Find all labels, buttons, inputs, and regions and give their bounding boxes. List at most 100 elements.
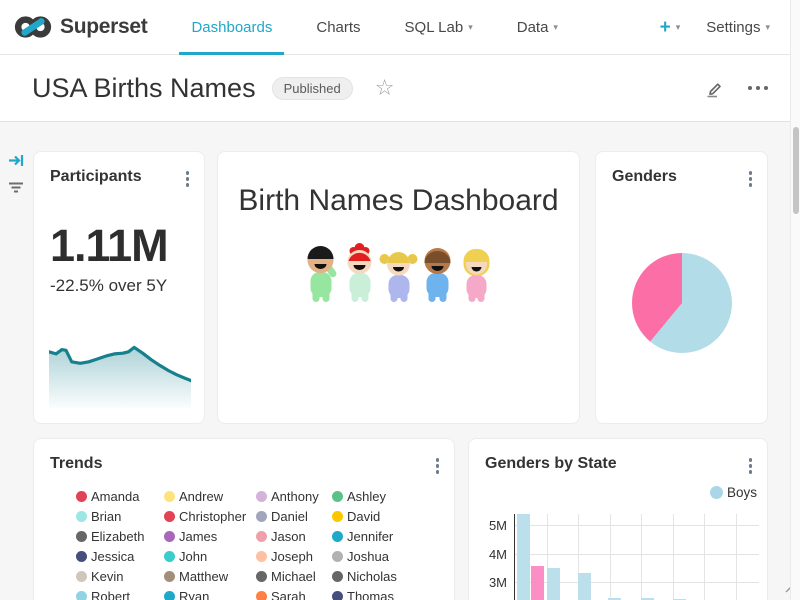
nav-item-charts[interactable]: Charts	[304, 0, 372, 55]
nav-item-sql-lab[interactable]: SQL Lab▾	[393, 0, 485, 55]
participants-card: Participants 1.11M -22.5% over 5Y	[33, 151, 205, 424]
legend-name: Ryan	[179, 589, 209, 600]
more-vert-icon[interactable]	[434, 456, 442, 476]
filter-funnel-icon[interactable]	[8, 181, 24, 195]
legend-item-amanda[interactable]: Amanda	[76, 489, 164, 503]
legend-color-dot	[256, 531, 267, 542]
settings-label: Settings	[706, 19, 760, 36]
legend-color-dot	[164, 591, 175, 600]
genders-card: Genders	[595, 151, 768, 424]
nav-item-data[interactable]: Data▾	[505, 0, 570, 55]
legend-name: Daniel	[271, 509, 308, 524]
settings-menu[interactable]: Settings ▾	[706, 19, 770, 36]
legend-item-joseph[interactable]: Joseph	[256, 549, 332, 563]
legend-color-dot	[76, 511, 87, 522]
legend-color-dot	[256, 511, 267, 522]
legend-item-robert[interactable]: Robert	[76, 589, 164, 600]
trends-card-title: Trends	[50, 455, 102, 473]
nav-item-label: SQL Lab	[405, 19, 464, 36]
legend-color-dot	[164, 571, 175, 582]
legend-item-matthew[interactable]: Matthew	[164, 569, 256, 583]
legend-color-dot	[164, 511, 175, 522]
edit-pencil-icon[interactable]	[704, 78, 724, 98]
legend-item-elizabeth[interactable]: Elizabeth	[76, 529, 164, 543]
legend-item-joshua[interactable]: Joshua	[332, 549, 422, 563]
bar-girls[interactable]	[531, 566, 544, 600]
legend-item-jessica[interactable]: Jessica	[76, 549, 164, 563]
legend-item-john[interactable]: John	[164, 549, 256, 563]
more-vert-icon[interactable]	[184, 169, 192, 189]
legend-name: Robert	[91, 589, 130, 600]
legend-name: David	[347, 509, 380, 524]
legend-item-jason[interactable]: Jason	[256, 529, 332, 543]
legend-item-jennifer[interactable]: Jennifer	[332, 529, 422, 543]
legend-item-anthony[interactable]: Anthony	[256, 489, 332, 503]
expand-filter-bar-icon[interactable]	[8, 153, 24, 168]
legend-name: Amanda	[91, 489, 139, 504]
status-badge[interactable]: Published	[272, 77, 353, 100]
chevron-down-icon: ▾	[553, 23, 558, 32]
boys-legend-dot	[710, 486, 723, 499]
gridline	[515, 525, 759, 526]
y-axis-tick-label: 3M	[477, 575, 507, 590]
plus-icon: +	[660, 18, 671, 37]
legend-item-daniel[interactable]: Daniel	[256, 509, 332, 523]
favorite-star-icon[interactable]: ☆	[375, 75, 395, 101]
vertical-scrollbar-track[interactable]	[790, 0, 800, 600]
trends-legend: Amanda AndrewAnthony Ashley BrianChristophe…	[76, 489, 422, 600]
legend-color-dot	[256, 491, 267, 502]
brand-name: Superset	[60, 15, 147, 39]
more-vert-icon[interactable]	[747, 169, 755, 189]
more-options-icon[interactable]	[748, 86, 768, 90]
gridline	[641, 514, 642, 600]
bar-boys[interactable]	[517, 514, 530, 600]
legend-item-ryan[interactable]: Ryan	[164, 589, 256, 600]
nav-item-label: Charts	[316, 19, 360, 36]
legend-name: Jason	[271, 529, 306, 544]
legend-name: Thomas	[347, 589, 394, 600]
legend-item-kevin[interactable]: Kevin	[76, 569, 164, 583]
legend-name: Ashley	[347, 489, 386, 504]
legend-item-christopher[interactable]: Christopher	[164, 509, 256, 523]
genders-pie-chart[interactable]	[632, 253, 732, 353]
genders-by-state-card-title: Genders by State	[485, 455, 617, 473]
genders-card-title: Genders	[612, 168, 677, 186]
bar-boys[interactable]	[578, 573, 591, 600]
legend-item-michael[interactable]: Michael	[256, 569, 332, 583]
legend-color-dot	[164, 491, 175, 502]
legend-color-dot	[332, 551, 343, 562]
legend-item-andrew[interactable]: Andrew	[164, 489, 256, 503]
legend-name: Matthew	[179, 569, 228, 584]
gridline	[736, 514, 737, 600]
legend-item-brian[interactable]: Brian	[76, 509, 164, 523]
header-actions	[704, 78, 768, 98]
legend-item-ashley[interactable]: Ashley	[332, 489, 422, 503]
vertical-scrollbar-thumb[interactable]	[793, 127, 799, 214]
dashboard-header: USA Births Names Published ☆	[0, 55, 800, 122]
legend-item-james[interactable]: James	[164, 529, 256, 543]
legend-name: Joshua	[347, 549, 389, 564]
infinity-logo-icon	[14, 14, 52, 40]
bar-boys[interactable]	[547, 568, 560, 600]
legend-color-dot	[164, 551, 175, 562]
legend-item-thomas[interactable]: Thomas	[332, 589, 422, 600]
superset-logo[interactable]: Superset	[14, 14, 147, 40]
legend-name: Joseph	[271, 549, 313, 564]
navbar-right: + ▾ Settings ▾	[660, 18, 770, 37]
nav-item-label: Dashboards	[191, 19, 272, 36]
nav-item-dashboards[interactable]: Dashboards	[179, 0, 284, 55]
new-item-button[interactable]: + ▾	[660, 18, 681, 37]
genders-by-state-bar-chart[interactable]	[514, 514, 759, 600]
y-axis-tick-label: 4M	[477, 547, 507, 562]
boys-legend-item[interactable]: Boys	[710, 485, 757, 500]
legend-item-david[interactable]: David	[332, 509, 422, 523]
legend-item-sarah[interactable]: Sarah	[256, 589, 332, 600]
legend-color-dot	[76, 491, 87, 502]
legend-item-nicholas[interactable]: Nicholas	[332, 569, 422, 583]
legend-color-dot	[256, 551, 267, 562]
banner-card: Birth Names Dashboard	[217, 151, 580, 424]
legend-color-dot	[76, 571, 87, 582]
legend-name: Michael	[271, 569, 316, 584]
gridline	[704, 514, 705, 600]
more-vert-icon[interactable]	[747, 456, 755, 476]
